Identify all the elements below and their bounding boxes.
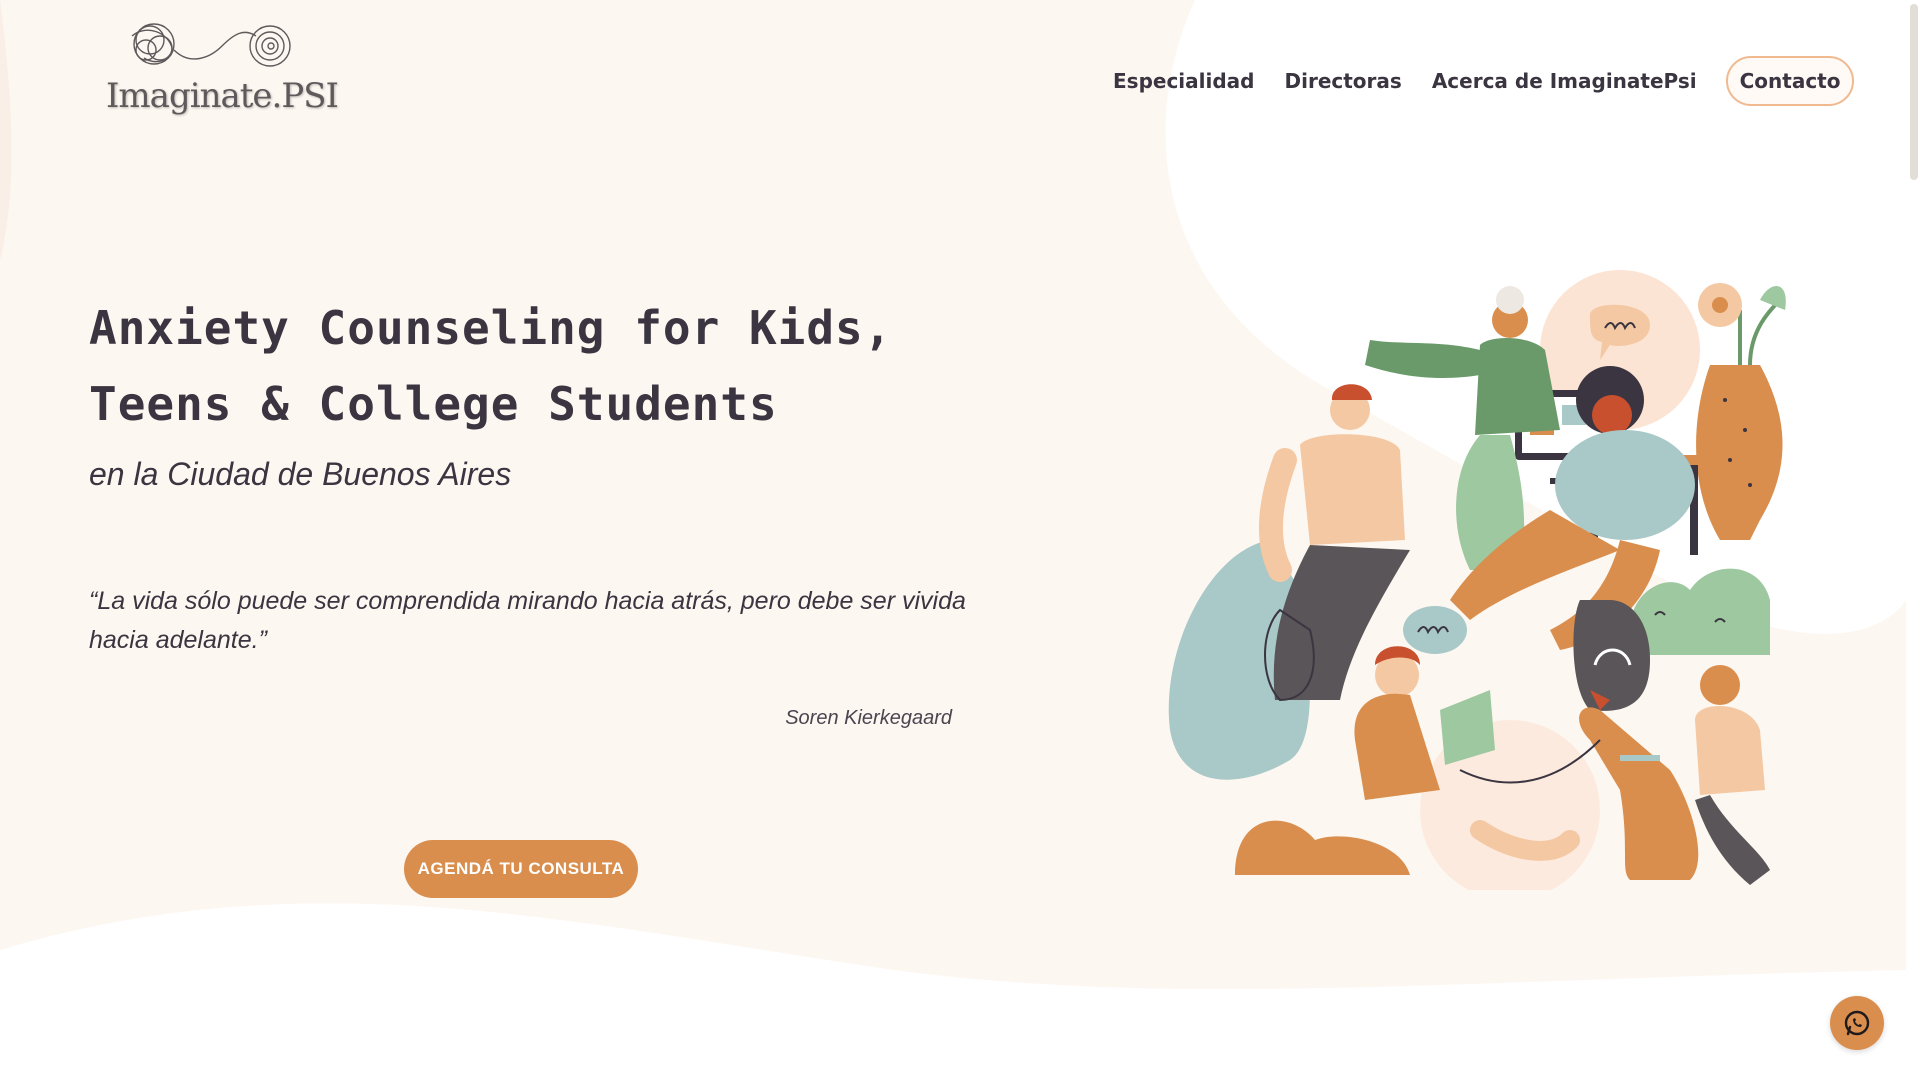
book-consultation-button[interactable]: AGENDÁ TU CONSULTA [404, 840, 638, 898]
hero-illustration [1168, 270, 1786, 890]
hero-subtitle: en la Ciudad de Buenos Aires [89, 456, 512, 492]
logo[interactable]: Imaginate.PSI [100, 14, 339, 124]
scrollbar-thumb[interactable] [1910, 4, 1918, 180]
hero-title-line-2: Teens & College Students [89, 377, 778, 431]
page-scrollbar[interactable] [1906, 0, 1920, 1080]
page: Imaginate.PSI Especialidad Directoras Ac… [0, 0, 1920, 1080]
nav-item-directoras[interactable]: Directoras [1270, 57, 1417, 105]
logo-text: Imaginate.PSI [106, 76, 339, 116]
whatsapp-button[interactable] [1830, 996, 1884, 1050]
main-nav: Especialidad Directoras Acerca de Imagin… [1098, 56, 1855, 106]
hero-title-line-1: Anxiety Counseling for Kids, [89, 301, 893, 355]
quote-author: Soren Kierkegaard [785, 707, 952, 729]
whatsapp-icon [1844, 1010, 1870, 1036]
nav-item-acerca[interactable]: Acerca de ImaginatePsi [1417, 57, 1712, 105]
hero-quote: “La vida sólo puede ser comprendida mira… [89, 587, 966, 654]
nav-item-especialidad[interactable]: Especialidad [1098, 57, 1270, 105]
nav-contact-button[interactable]: Contacto [1725, 56, 1855, 106]
hero-title: Anxiety Counseling for Kids, Teens & Col… [89, 290, 989, 442]
